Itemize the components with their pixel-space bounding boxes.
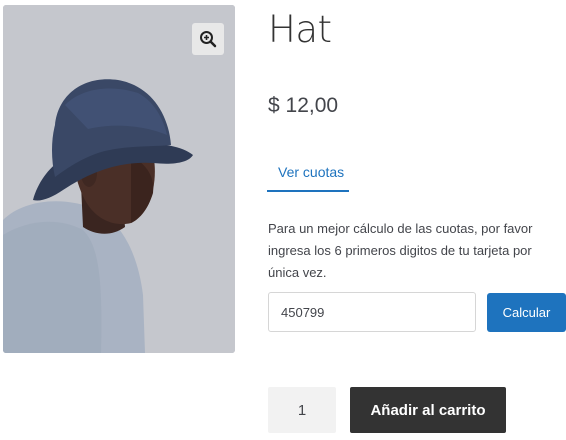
calculate-button[interactable]: Calcular <box>487 293 566 332</box>
add-to-cart-button[interactable]: Añadir al carrito <box>350 387 506 433</box>
zoom-in-icon <box>200 31 217 48</box>
tab-ver-cuotas[interactable]: Ver cuotas <box>267 158 349 192</box>
product-title: Hat <box>268 8 332 51</box>
zoom-button[interactable] <box>192 23 224 55</box>
quantity-input[interactable] <box>268 387 336 433</box>
product-tabs: Ver cuotas <box>267 158 349 192</box>
product-photo <box>3 5 235 353</box>
product-price: $ 12,00 <box>268 94 339 117</box>
card-bin-input[interactable] <box>268 292 476 332</box>
product-image[interactable] <box>3 5 235 353</box>
installments-note: Para un mejor cálculo de las cuotas, por… <box>268 221 533 280</box>
